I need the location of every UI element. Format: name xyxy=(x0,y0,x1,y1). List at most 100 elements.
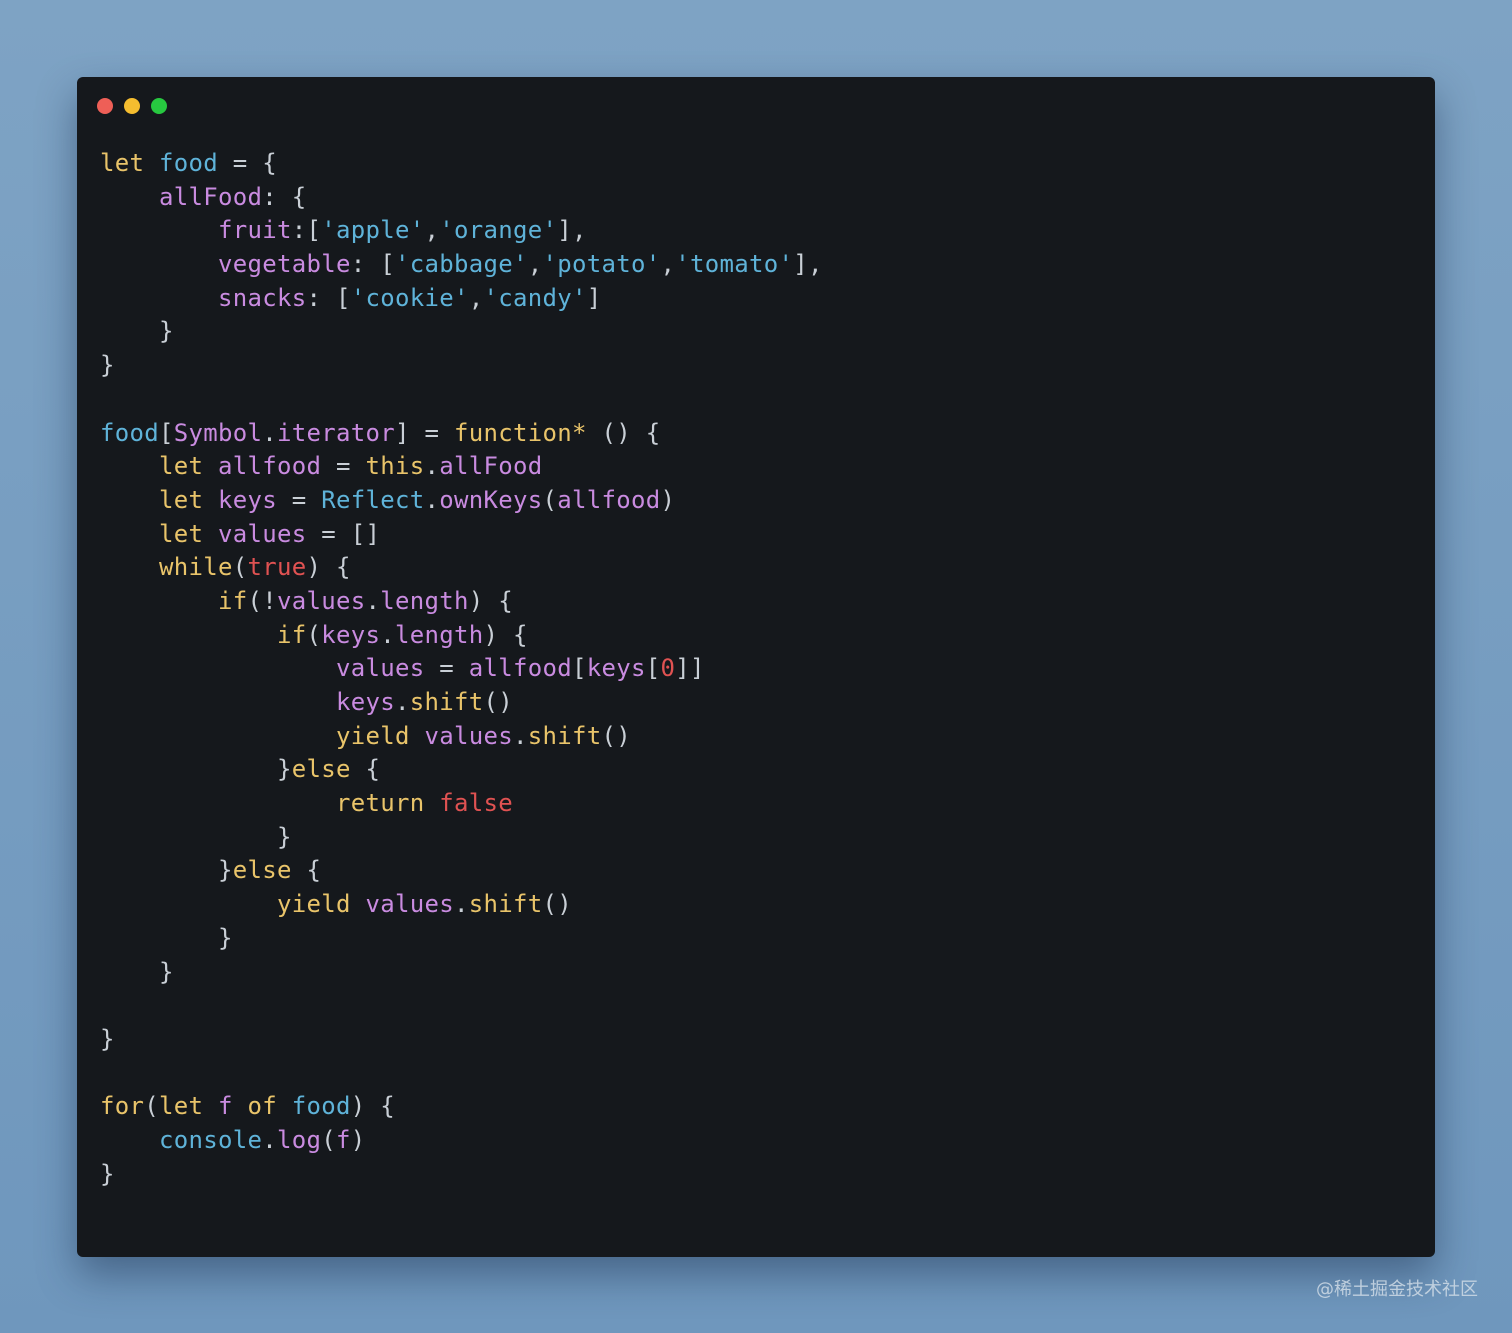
code-token: ( xyxy=(306,620,322,649)
code-token: } xyxy=(100,957,174,986)
code-token: food xyxy=(100,418,159,447)
code-token: :[ xyxy=(291,216,322,245)
code-token: allfood xyxy=(557,485,661,514)
code-token: 'orange' xyxy=(439,216,558,245)
code-token: ( xyxy=(144,1092,159,1121)
code-token: snacks xyxy=(218,283,307,312)
code-token: function* xyxy=(454,418,587,447)
code-token: console xyxy=(159,1125,263,1154)
code-line: let keys = Reflect.ownKeys(allfood) xyxy=(100,484,823,518)
code-token: true xyxy=(247,553,307,582)
code-token: let xyxy=(159,452,204,481)
code-line: } xyxy=(100,1023,823,1057)
code-token: let xyxy=(159,1092,204,1121)
code-token: let xyxy=(159,485,204,514)
code-token: values xyxy=(424,721,513,750)
code-token: . xyxy=(380,620,395,649)
code-token: ( xyxy=(542,485,558,514)
code-token: ) { xyxy=(350,1092,395,1121)
code-token: ( xyxy=(232,553,248,582)
code-token: ownKeys xyxy=(439,485,543,514)
code-token: () { xyxy=(586,418,661,447)
code-token: shift xyxy=(468,890,543,919)
code-token: } xyxy=(100,923,233,952)
code-token: Symbol xyxy=(173,418,263,447)
code-line: } xyxy=(100,1158,823,1192)
zoom-dot-icon[interactable] xyxy=(151,98,167,114)
code-line: } xyxy=(100,922,823,956)
code-token: f xyxy=(336,1125,351,1154)
code-token: food xyxy=(159,149,218,177)
code-token: ) { xyxy=(483,620,528,649)
code-token: } xyxy=(100,1159,115,1188)
code-line: return false xyxy=(100,787,823,821)
code-token: allfood xyxy=(468,654,572,683)
code-line: } xyxy=(100,349,823,383)
code-line: while(true) { xyxy=(100,551,823,585)
code-token: allfood xyxy=(218,452,322,481)
code-token: fruit xyxy=(218,216,292,245)
code-token: { xyxy=(350,755,381,784)
code-token: = xyxy=(424,654,469,683)
code-line: }else { xyxy=(100,854,823,888)
code-token: } xyxy=(100,351,115,380)
code-token: allFood xyxy=(159,182,263,211)
code-token: keys xyxy=(336,688,395,716)
minimize-dot-icon[interactable] xyxy=(124,98,140,114)
code-line: allFood: { xyxy=(100,181,823,215)
code-line: if(keys.length) { xyxy=(100,619,823,653)
code-token: ) { xyxy=(468,586,513,615)
code-token: ) xyxy=(660,485,676,514)
code-token: else xyxy=(232,856,292,885)
code-token: of xyxy=(247,1092,277,1121)
code-token: values xyxy=(277,586,366,615)
code-token: : [ xyxy=(306,283,351,312)
code-token: shift xyxy=(409,688,484,716)
code-token: } xyxy=(100,317,174,346)
code-token: allFood xyxy=(439,452,543,481)
code-token: , xyxy=(424,216,440,245)
code-token: , xyxy=(660,250,676,279)
code-token: , xyxy=(468,283,484,312)
close-dot-icon[interactable] xyxy=(97,98,113,114)
code-token: else xyxy=(291,755,351,784)
code-token: } xyxy=(100,1024,115,1053)
code-token: ) xyxy=(350,1125,366,1154)
code-token: log xyxy=(277,1125,322,1154)
code-token: if xyxy=(218,586,248,615)
code-token: 'candy' xyxy=(483,283,587,312)
code-token: 'cabbage' xyxy=(395,250,528,279)
code-line: } xyxy=(100,315,823,349)
code-token: 'tomato' xyxy=(675,250,794,279)
code-line: console.log(f) xyxy=(100,1124,823,1158)
window-controls xyxy=(97,98,167,114)
code-token: } xyxy=(100,822,292,851)
code-token: } xyxy=(100,856,233,885)
code-token: ]] xyxy=(675,654,705,683)
code-token: values xyxy=(218,519,307,548)
watermark: @稀土掘金技术社区 xyxy=(1316,1279,1478,1300)
code-token: , xyxy=(527,250,543,279)
code-token: ], xyxy=(557,216,587,245)
code-token: = { xyxy=(218,149,277,177)
code-token: keys xyxy=(321,620,381,649)
